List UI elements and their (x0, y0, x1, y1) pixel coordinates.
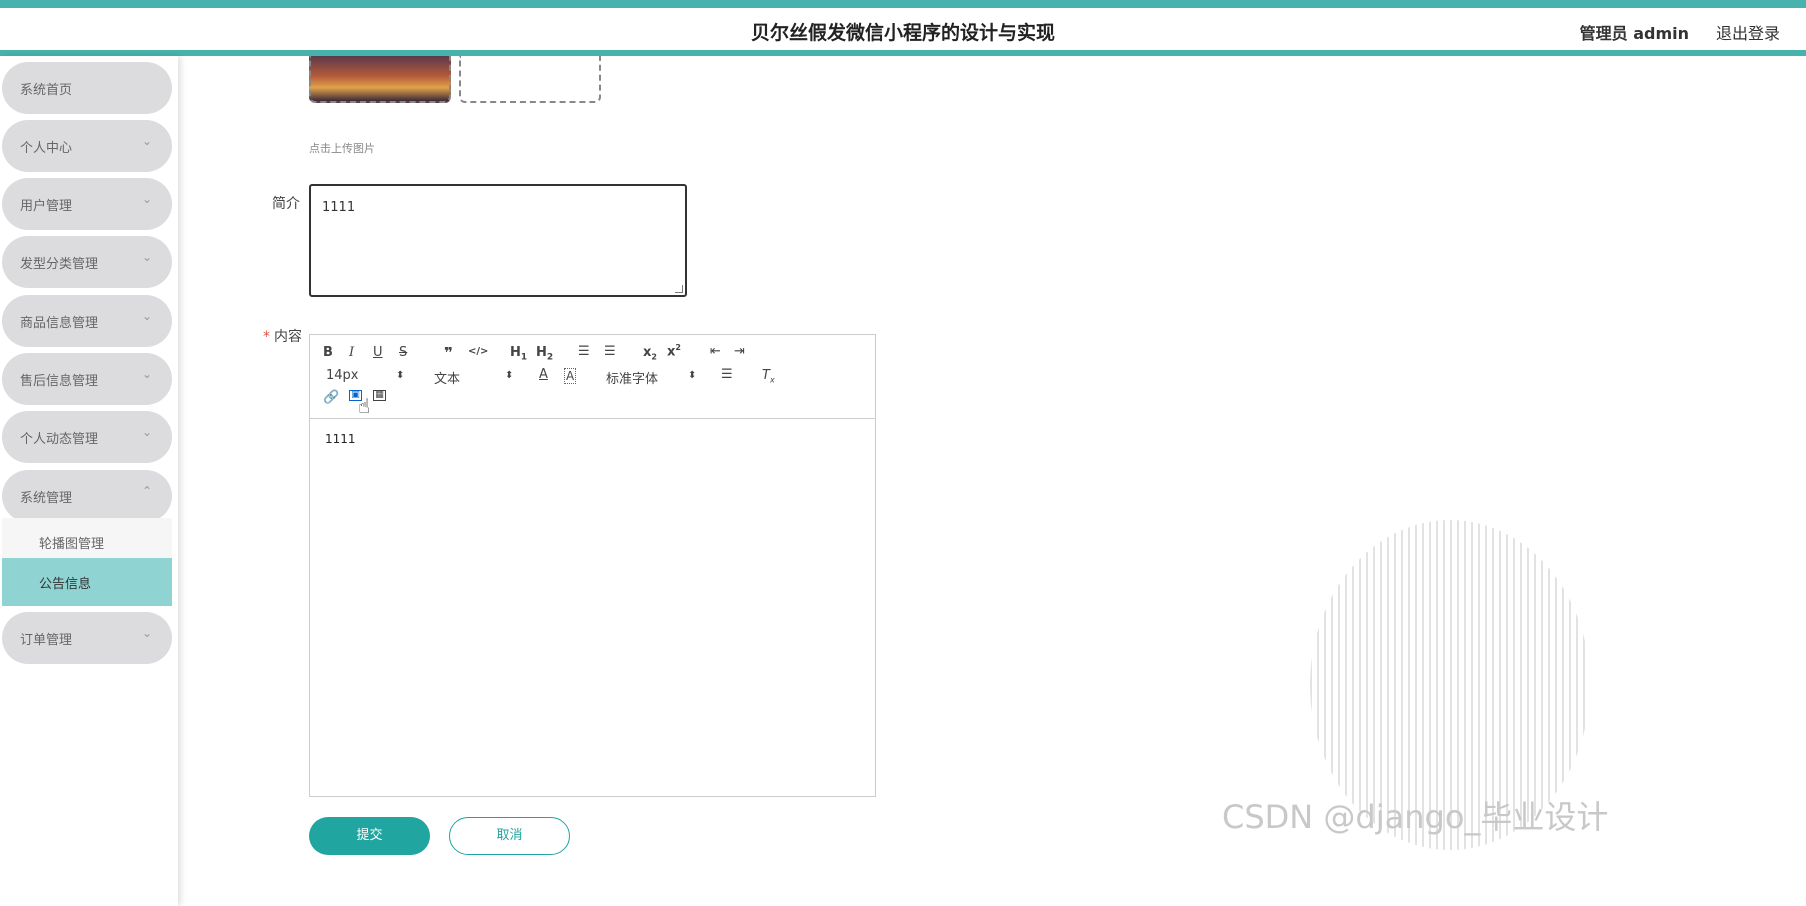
logout-button[interactable]: 退出登录 (1716, 20, 1780, 44)
sidebar-item-label: 系统管理 (20, 491, 73, 506)
chevron-down-icon: ⌄ (141, 626, 152, 640)
video-icon[interactable]: ▦ (373, 390, 386, 401)
top-header: 贝尔丝假发微信小程序的设计与实现 管理员 admin 退出登录 (0, 0, 1806, 56)
blockquote-icon[interactable]: ❞ (444, 344, 453, 362)
chevron-down-icon: ⌄ (141, 425, 152, 439)
align-icon[interactable]: ☰ (721, 367, 733, 382)
heading2-icon[interactable]: H2 (536, 345, 553, 363)
sidebar-item-label: 个人中心 (20, 141, 73, 156)
indent-icon[interactable]: ⇥ (734, 344, 745, 359)
intro-textarea[interactable]: 1111 (309, 184, 687, 297)
sidebar-item-label: 订单管理 (20, 633, 73, 648)
code-block-icon[interactable]: </> (468, 346, 488, 357)
upload-hint: 点击上传图片 (309, 142, 375, 155)
admin-label: 管理员 admin (1579, 24, 1689, 43)
uploaded-image-thumbnail[interactable] (309, 56, 451, 103)
chevron-down-icon: ⌄ (141, 309, 152, 323)
editor-toolbar: B I U S ❞ </> H1 H2 ☰ ☰ x2 x2 ⇤ ⇥ 14px ⬍ … (310, 335, 875, 419)
sidebar-subitem-label: 轮播图管理 (39, 537, 105, 552)
submit-button[interactable]: 提交 (309, 817, 430, 855)
resize-handle-icon[interactable] (675, 285, 683, 293)
strike-icon[interactable]: S (399, 345, 407, 360)
sidebar-item-label: 用户管理 (20, 199, 73, 214)
sidebar-item-user-management[interactable]: 用户管理 ⌄ (2, 178, 172, 230)
sidebar-item-label: 发型分类管理 (20, 257, 99, 272)
sidebar: 系统首页 个人中心 ⌄ 用户管理 ⌄ 发型分类管理 ⌄ 商品信息管理 ⌄ 售后信… (0, 56, 178, 906)
editor-content[interactable]: 1111 (325, 432, 356, 446)
block-type-select[interactable]: 文本 ⬍ (434, 368, 514, 387)
chevron-up-icon: ⌃ (141, 484, 152, 498)
italic-icon[interactable]: I (349, 345, 354, 360)
watermark: CSDN @django_毕业设计 (1222, 798, 1609, 836)
image-upload-box[interactable] (459, 56, 601, 103)
chevron-down-icon: ⌄ (141, 367, 152, 381)
superscript-icon[interactable]: x2 (667, 343, 681, 359)
sidebar-item-label: 系统首页 (20, 83, 73, 98)
font-family-select[interactable]: 标准字体 ⬍ (606, 368, 696, 387)
sidebar-item-home[interactable]: 系统首页 (2, 62, 172, 114)
bold-icon[interactable]: B (323, 345, 333, 360)
chevron-down-icon: ⌄ (141, 250, 152, 264)
sidebar-item-system-management[interactable]: 系统管理 ⌃ (2, 470, 172, 522)
font-color-icon[interactable]: A (539, 367, 548, 382)
subscript-icon[interactable]: x2 (643, 345, 657, 362)
intro-value: 1111 (322, 200, 356, 215)
chevron-down-icon: ⌄ (141, 192, 152, 206)
select-arrows-icon: ⬍ (688, 370, 697, 381)
clean-format-icon[interactable]: Tx (762, 368, 775, 385)
sidebar-subitem-announcement[interactable]: 公告信息 (2, 558, 172, 606)
font-size-select[interactable]: 14px ⬍ (326, 368, 406, 383)
ordered-list-icon[interactable]: ☰ (578, 344, 590, 359)
underline-icon[interactable]: U (373, 345, 383, 360)
rich-text-editor: B I U S ❞ </> H1 H2 ☰ ☰ x2 x2 ⇤ ⇥ 14px ⬍ … (309, 334, 876, 797)
required-marker: * (263, 329, 270, 345)
background-color-icon[interactable]: A (564, 368, 577, 384)
hand-cursor-icon: ☝ (358, 394, 371, 418)
select-arrows-icon: ⬍ (396, 370, 405, 381)
select-arrows-icon: ⬍ (505, 370, 514, 381)
sidebar-item-after-sales[interactable]: 售后信息管理 ⌄ (2, 353, 172, 405)
sidebar-item-label: 售后信息管理 (20, 374, 99, 389)
sidebar-item-product-info[interactable]: 商品信息管理 ⌄ (2, 295, 172, 347)
heading1-icon[interactable]: H1 (510, 345, 527, 363)
block-type-value: 文本 (434, 372, 461, 387)
sidebar-item-hairstyle-category[interactable]: 发型分类管理 ⌄ (2, 236, 172, 288)
link-icon[interactable]: 🔗 (323, 390, 339, 405)
font-size-value: 14px (326, 368, 359, 383)
sidebar-subitem-label: 公告信息 (39, 577, 92, 592)
outdent-icon[interactable]: ⇤ (710, 344, 721, 359)
content-label-text: 内容 (274, 329, 302, 345)
sidebar-item-personal-dynamics[interactable]: 个人动态管理 ⌄ (2, 411, 172, 463)
sidebar-item-label: 商品信息管理 (20, 316, 99, 331)
font-family-value: 标准字体 (606, 372, 659, 387)
content-label: * 内容 (263, 326, 302, 346)
sidebar-item-label: 个人动态管理 (20, 432, 99, 447)
sidebar-item-personal-center[interactable]: 个人中心 ⌄ (2, 120, 172, 172)
bullet-list-icon[interactable]: ☰ (604, 344, 616, 359)
app-title: 贝尔丝假发微信小程序的设计与实现 (750, 22, 1055, 44)
cancel-button[interactable]: 取消 (449, 817, 570, 855)
sidebar-item-order-management[interactable]: 订单管理 ⌄ (2, 612, 172, 664)
intro-label: 简介 (272, 196, 300, 212)
chevron-down-icon: ⌄ (141, 134, 152, 148)
